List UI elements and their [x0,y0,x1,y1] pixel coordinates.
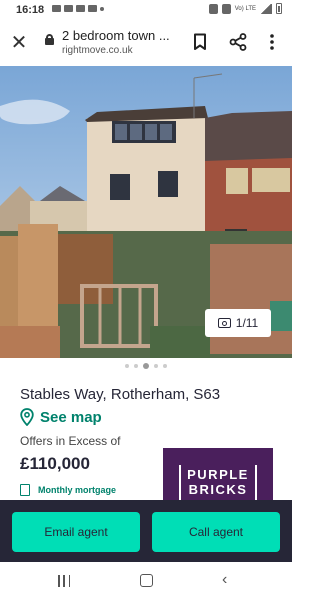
camera-icon [217,318,231,328]
more-vert-icon[interactable] [268,33,276,51]
property-address: Stables Way, Rotherham, S63 [20,386,221,403]
agent-logo-line1: PURPLE [187,466,249,482]
home-icon[interactable] [140,574,153,587]
monthly-mortgage-label: Monthly mortgage [38,485,116,495]
wifi-icon [221,3,231,14]
back-icon[interactable]: ‹ [222,572,227,588]
recents-icon[interactable] [58,575,70,587]
network-label: Vo) LTE [234,5,256,12]
see-map-label: See map [40,408,102,426]
notification-icons [52,5,104,12]
page-title[interactable]: 2 bedroom town ... [62,28,170,43]
gallery-pagination [0,363,292,369]
status-bar: 16:18 Vo) LTE [0,0,292,20]
map-pin-icon [20,408,34,426]
page-url[interactable]: rightmove.co.uk [62,45,133,56]
email-agent-button[interactable]: Email agent [12,512,140,552]
mail-icon [64,5,73,12]
agent-logo-line2: BRICKS [188,481,248,497]
system-nav-bar: ‹ [0,562,292,600]
alarm-icon [208,3,218,14]
share-icon[interactable] [229,33,247,51]
pagination-dot [163,364,167,368]
pagination-dot [154,364,158,368]
browser-toolbar: ✕ 2 bedroom town ... rightmove.co.uk [0,20,292,66]
mail-icon [88,5,97,12]
call-agent-button[interactable]: Call agent [152,512,280,552]
battery-icon [276,3,282,14]
photo-counter-label: 1/11 [235,316,259,330]
price-qualifier: Offers in Excess of [20,434,121,448]
mail-icon [76,5,85,12]
signal-icon [260,3,272,14]
pagination-dot [125,364,129,368]
dot-icon [100,7,104,11]
lock-icon[interactable] [45,34,54,45]
pagination-dot-active [143,363,149,369]
calculator-icon [20,484,30,496]
agent-logo-frame: PURPLE BRICKS [179,464,257,502]
see-map-link[interactable]: See map [20,408,102,426]
property-price: £110,000 [20,454,90,473]
bookmark-icon[interactable] [193,33,207,51]
monthly-mortgage-link[interactable]: Monthly mortgage [20,484,116,496]
status-time: 16:18 [16,4,45,16]
system-icons: Vo) LTE [208,3,282,14]
contact-action-bar: Email agent Call agent [0,500,292,562]
pagination-dot [134,364,138,368]
close-icon[interactable]: ✕ [10,33,28,53]
mail-icon [52,5,61,12]
photo-counter[interactable]: 1/11 [205,309,271,337]
